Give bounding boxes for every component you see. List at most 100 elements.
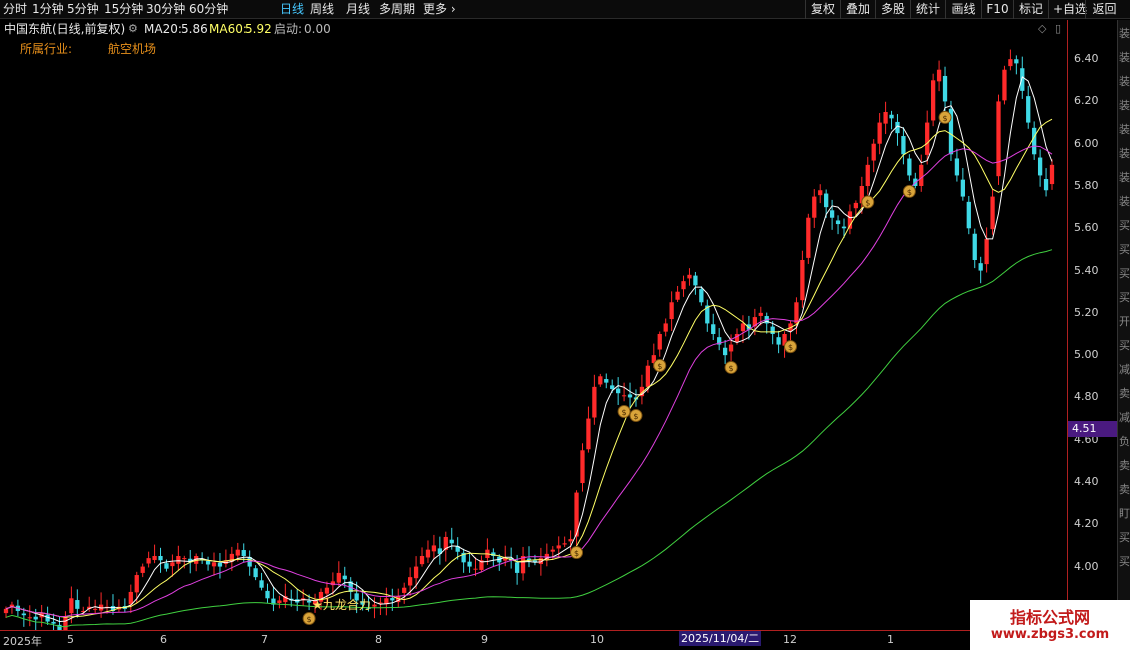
money-bag-glyph: $ xyxy=(729,364,734,373)
x-tick-label: 7 xyxy=(261,633,268,646)
money-bag-glyph: $ xyxy=(865,199,870,208)
y-tick-label: 6.40 xyxy=(1074,52,1099,66)
candle-body xyxy=(829,210,835,218)
tool-button-4[interactable]: 画线 xyxy=(945,0,981,19)
current-price-tag: 4.51 xyxy=(1068,421,1120,437)
candle-body xyxy=(253,568,258,578)
signal-glyph: 买 xyxy=(1119,531,1130,544)
signal-glyph: 卖 xyxy=(1119,459,1130,472)
watermark-url: www.zbgs3.com xyxy=(990,627,1110,642)
candle-body xyxy=(865,164,870,186)
period-tab-2[interactable]: 5分钟 xyxy=(67,1,99,18)
x-tick-label: 5 xyxy=(67,633,74,646)
indicator-settings-icon[interactable]: ⚙ xyxy=(128,20,138,38)
x-tick-label: 12 xyxy=(783,633,797,646)
candle-body xyxy=(146,558,151,564)
candle-body xyxy=(235,549,240,556)
candle-body xyxy=(871,143,876,161)
tool-button-8[interactable]: 返回 xyxy=(1085,0,1123,19)
signal-glyph: 开 xyxy=(1119,315,1130,328)
x-tick-label: 6 xyxy=(160,633,167,646)
tool-button-1[interactable]: 叠加 xyxy=(840,0,875,19)
candle-body xyxy=(152,556,157,561)
candle-body xyxy=(140,566,145,573)
candle-body xyxy=(693,275,698,286)
y-tick-label: 6.20 xyxy=(1074,94,1099,108)
candle-body xyxy=(1049,164,1055,185)
candle-body xyxy=(205,560,211,565)
candle-body xyxy=(51,621,56,624)
ma60-value: 5.92 xyxy=(245,22,272,36)
candle-body xyxy=(134,575,139,593)
candle-body xyxy=(966,201,971,229)
candle-body xyxy=(449,539,454,544)
candle-body xyxy=(170,562,175,567)
candle-body xyxy=(1020,68,1025,91)
indicator-info-line: 中国东航(日线,前复权) ⚙ MA20: 5.86 MA60: 5.92 启动:… xyxy=(0,20,1060,38)
candle-body xyxy=(562,543,567,545)
candle-body xyxy=(419,556,425,565)
tool-button-7[interactable]: +自选 xyxy=(1048,0,1087,19)
candle-body xyxy=(176,556,181,564)
candle-body xyxy=(158,556,163,561)
y-tick-label: 5.40 xyxy=(1074,263,1099,277)
candle-body xyxy=(669,302,674,320)
money-bag-glyph: $ xyxy=(622,408,627,417)
candle-body xyxy=(265,590,270,599)
candle-body xyxy=(306,600,312,603)
period-tab-9[interactable]: 多周期 xyxy=(379,1,415,18)
y-tick-label: 5.60 xyxy=(1074,221,1099,235)
candle-body xyxy=(758,312,763,316)
signal-glyph: 装 xyxy=(1119,123,1130,136)
signal-glyph: 卖 xyxy=(1119,387,1130,400)
money-bag-glyph: $ xyxy=(657,362,662,371)
candle-body xyxy=(984,238,989,265)
candle-body xyxy=(954,158,960,176)
candle-body xyxy=(1026,96,1031,123)
period-tab-5[interactable]: 60分钟 xyxy=(189,1,228,18)
period-tab-3[interactable]: 15分钟 xyxy=(104,1,143,18)
signal-glyph: 买 xyxy=(1119,291,1130,304)
period-tab-8[interactable]: 月线 xyxy=(346,1,370,18)
period-tab-6[interactable]: 日线 xyxy=(280,1,304,18)
candle-body xyxy=(372,604,377,607)
y-tick-label: 5.80 xyxy=(1074,179,1099,192)
tool-button-2[interactable]: 多股 xyxy=(875,0,910,19)
signal-glyph: 减 xyxy=(1119,411,1130,424)
tool-button-3[interactable]: 统计 xyxy=(910,0,945,19)
period-tab-7[interactable]: 周线 xyxy=(310,1,334,18)
signal-label: ★九龙合力 xyxy=(312,597,371,612)
diamond-icon[interactable]: ◇ xyxy=(1038,22,1046,35)
period-tab-4[interactable]: 30分钟 xyxy=(146,1,185,18)
tool-button-6[interactable]: 标记 xyxy=(1013,0,1048,19)
candle-body xyxy=(390,598,395,601)
y-tick-label: 4.40 xyxy=(1074,475,1099,488)
ma60-label: MA60: xyxy=(209,22,247,36)
candle-body xyxy=(770,326,775,334)
candle-body xyxy=(645,365,651,387)
period-tab-10[interactable]: 更多 › xyxy=(423,1,456,18)
x-tick-label: 1 xyxy=(887,633,894,646)
panel-toggle-icon[interactable]: ▯ xyxy=(1055,22,1061,35)
candle-body xyxy=(33,616,38,620)
candle-body xyxy=(794,302,799,324)
candle-body xyxy=(259,580,264,588)
tool-button-0[interactable]: 复权 xyxy=(805,0,840,19)
candle-body xyxy=(657,334,662,350)
candle-body xyxy=(728,344,734,352)
candle-body xyxy=(550,549,555,552)
kline-chart[interactable]: $$$ $$ $$$$$★九龙合力 xyxy=(0,38,1067,630)
candle-body xyxy=(514,562,520,573)
candle-body xyxy=(413,566,419,579)
candle-body xyxy=(699,289,704,303)
tool-button-5[interactable]: F10 xyxy=(981,0,1013,19)
candle-body xyxy=(675,291,680,300)
candle-body xyxy=(681,281,686,290)
period-tab-1[interactable]: 1分钟 xyxy=(32,1,64,18)
candle-body xyxy=(942,75,948,102)
candle-body xyxy=(883,112,888,124)
x-tick-label: 10 xyxy=(590,633,604,646)
period-tab-0[interactable]: 分时 xyxy=(3,1,27,18)
candle-body xyxy=(277,600,282,604)
stock-title[interactable]: 中国东航(日线,前复权) xyxy=(4,20,125,38)
